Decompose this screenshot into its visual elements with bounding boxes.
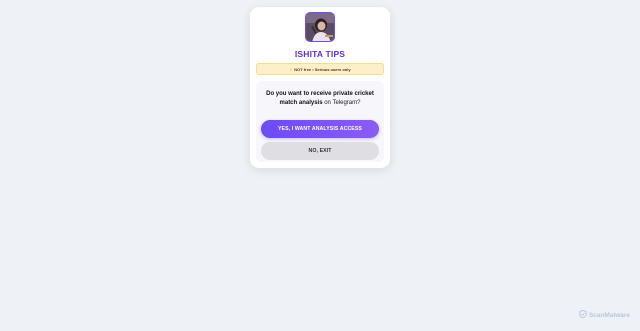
yes-analysis-button[interactable]: YES, I WANT ANALYSIS ACCESS [261, 120, 379, 138]
question-tail: on Telegram? [322, 99, 361, 106]
question-text: Do you want to receive private cricket m… [260, 90, 380, 107]
scanmalware-logo-icon [579, 309, 587, 320]
warning-notice: ⚡ NOT free • Serious users only [256, 63, 384, 75]
avatar-photo [306, 13, 334, 41]
watermark: ScanMalware [579, 309, 630, 320]
question-panel: Do you want to receive private cricket m… [256, 81, 384, 162]
warning-icon: ⚡ [289, 66, 293, 72]
no-exit-button[interactable]: NO, EXIT [261, 142, 379, 160]
access-card: ISHITA TIPS ⚡ NOT free • Serious users o… [250, 7, 390, 168]
page-title: ISHITA TIPS [294, 49, 346, 59]
avatar [305, 12, 335, 42]
notice-text: NOT free • Serious users only [294, 66, 351, 72]
watermark-text: ScanMalware [588, 311, 630, 319]
question-lead: Do you want to receive [266, 91, 334, 97]
